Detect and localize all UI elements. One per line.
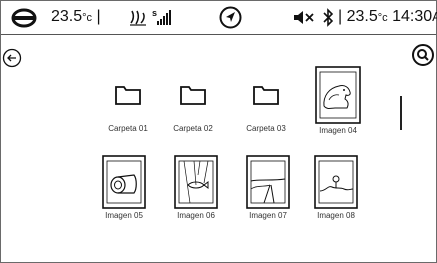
image-road-icon	[246, 155, 290, 209]
item-label: Imagen 04	[319, 126, 357, 135]
image-item[interactable]: Imagen 07	[238, 155, 298, 220]
item-label: Carpeta 02	[173, 124, 213, 133]
clock: 14:30	[392, 8, 433, 25]
folder-item[interactable]: Carpeta 03	[236, 82, 296, 133]
item-label: Imagen 06	[177, 211, 215, 220]
brand-logo-icon	[11, 8, 37, 28]
folder-item[interactable]: Carpeta 02	[163, 82, 223, 133]
item-label: Imagen 05	[105, 211, 143, 220]
mute-icon[interactable]	[293, 9, 315, 26]
item-label: Carpeta 01	[108, 124, 148, 133]
item-label: Carpeta 03	[246, 124, 286, 133]
folder-icon	[253, 86, 279, 105]
temperature-left[interactable]: 23.5°c |	[51, 8, 101, 26]
image-item[interactable]: Imagen 04	[308, 66, 368, 135]
back-button[interactable]	[2, 48, 22, 68]
image-device-icon	[102, 155, 146, 209]
navigation-icon[interactable]	[219, 6, 242, 29]
folder-icon	[180, 86, 206, 105]
scrollbar[interactable]	[400, 96, 402, 130]
image-landscape-icon	[314, 155, 358, 209]
fan-icon[interactable]	[129, 9, 147, 26]
folder-icon	[115, 86, 141, 105]
signal-icon: s	[152, 8, 171, 25]
svg-text:s: s	[152, 8, 157, 18]
image-fish-icon	[174, 155, 218, 209]
image-item[interactable]: Imagen 06	[166, 155, 226, 220]
temperature-right-and-clock: | 23.5°c 14:30A	[338, 8, 437, 25]
item-label: Imagen 08	[317, 211, 355, 220]
bluetooth-icon[interactable]	[322, 8, 334, 27]
image-creature-icon	[315, 66, 361, 124]
folder-item[interactable]: Carpeta 01	[98, 82, 158, 133]
search-button[interactable]	[412, 44, 434, 66]
status-divider	[1, 34, 436, 35]
status-bar: 23.5°c | s | 23.5°c 14:30A	[1, 1, 437, 35]
item-label: Imagen 07	[249, 211, 287, 220]
image-item[interactable]: Imagen 05	[94, 155, 154, 220]
image-item[interactable]: Imagen 08	[306, 155, 366, 220]
